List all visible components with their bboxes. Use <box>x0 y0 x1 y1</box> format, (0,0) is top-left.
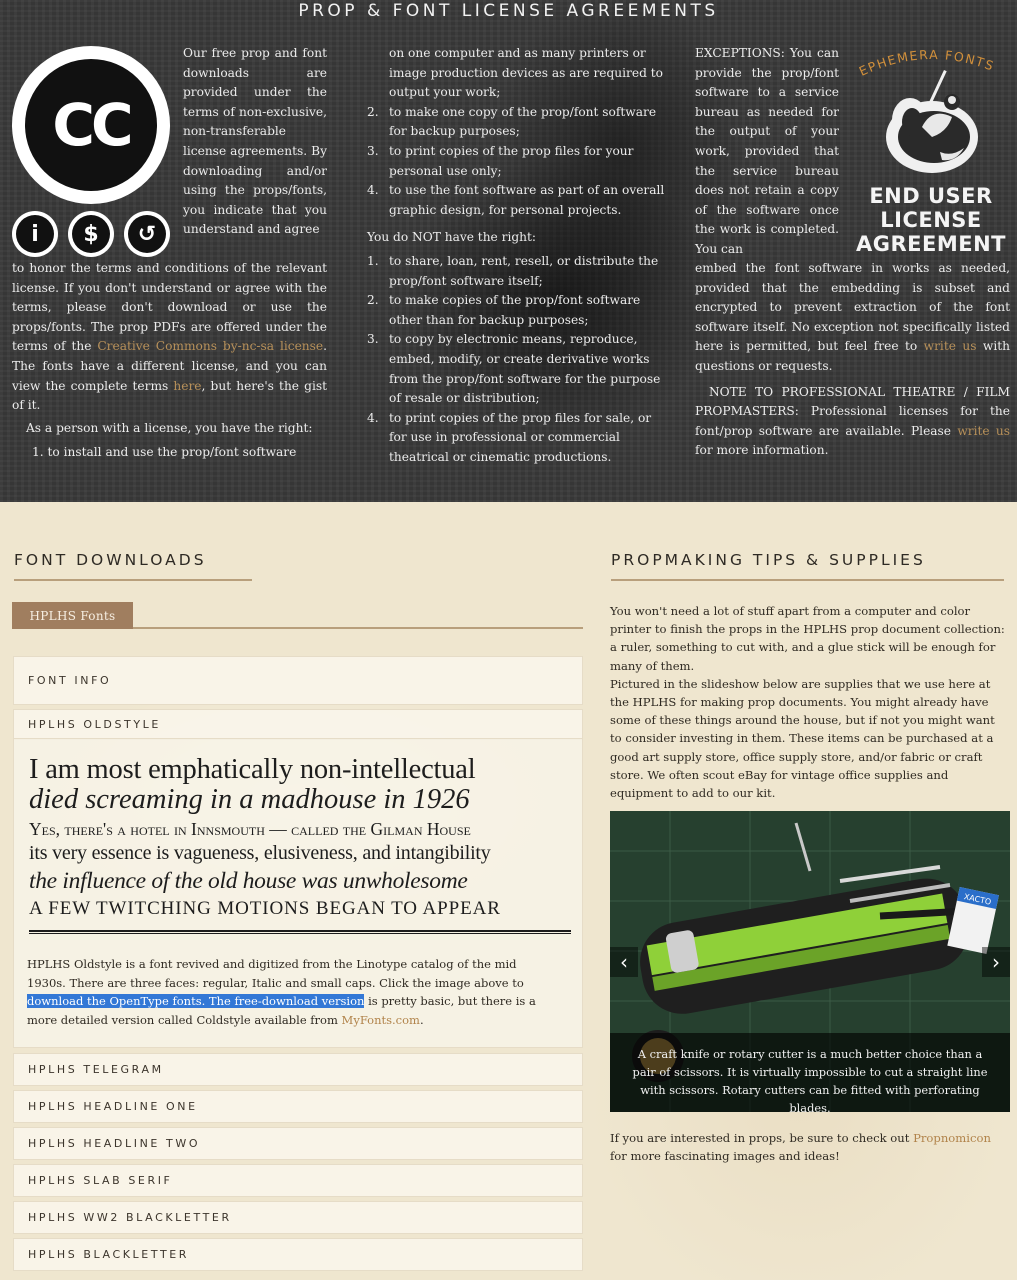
rights-intro: As a person with a license, you have the… <box>26 421 313 435</box>
ephemera-fonts-logo: EPHEMERA FONTS <box>857 47 997 173</box>
license-section: PROP & FONT LICENSE AGREEMENTS CC i $ ↺ … <box>0 0 1017 502</box>
list-item: 4. to print copies of the prop files for … <box>367 410 652 464</box>
sharealike-icon: ↺ <box>124 211 170 257</box>
creative-commons-link[interactable]: Creative Commons by-nc-sa license <box>97 339 323 353</box>
accordion-hplhs-telegram[interactable]: HPLHS TELEGRAM <box>13 1053 583 1086</box>
accordion-hplhs-headline-one[interactable]: HPLHS HEADLINE ONE <box>13 1090 583 1123</box>
rights-list: 2. to make one copy of the prop/font soft… <box>367 103 665 221</box>
license-rights: As a person with a license, you have the… <box>26 419 326 462</box>
list-item: 3. to copy by electronic means, reproduce… <box>367 332 661 406</box>
slideshow-next-button[interactable]: › <box>982 947 1010 977</box>
specimen-line: Yes, there's a hotel in Innsmouth — call… <box>29 819 471 839</box>
rights-item-1-continued: on one computer and as many printers or … <box>389 46 663 100</box>
downloads-section: FONT DOWNLOADS PROPMAKING TIPS & SUPPLIE… <box>0 502 1017 1280</box>
font-tabs: HPLHS Fonts <box>12 602 583 629</box>
list-item: 4. to use the font software as part of an… <box>367 183 665 217</box>
accordion-hplhs-headline-two[interactable]: HPLHS HEADLINE TWO <box>13 1127 583 1160</box>
font-downloads-heading: FONT DOWNLOADS <box>14 551 252 581</box>
list-item: 2. to make one copy of the prop/font soft… <box>367 104 657 139</box>
list-item: 1. to share, loan, rent, resell, or distr… <box>367 253 659 288</box>
exceptions-text: EXCEPTIONS: You can provide the prop/fon… <box>695 46 839 256</box>
font-specimen-image[interactable]: I am most emphatically non-intellectual … <box>29 755 574 922</box>
slide-caption: A craft knife or rotary cutter is a much… <box>610 1033 1010 1112</box>
oldstyle-description: HPLHS Oldstyle is a font revived and dig… <box>27 957 536 1027</box>
oldstyle-panel: I am most emphatically non-intellectual … <box>13 738 583 1048</box>
noncommercial-icon: $ <box>68 211 114 257</box>
license-intro: Our free prop and font downloads are pro… <box>183 46 327 237</box>
accordion-font-info[interactable]: FONT INFO <box>13 656 583 705</box>
list-item: 2. to make copies of the prop/font softwa… <box>367 293 641 327</box>
no-rights-heading: You do NOT have the right: <box>367 230 537 245</box>
specimen-line: the influence of the old house was unwho… <box>29 868 468 894</box>
rights-item-1: 1. to install and use the prop/font soft… <box>32 444 297 459</box>
list-item: 3. to print copies of the prop files for … <box>367 143 634 178</box>
license-rights-continued: on one computer and as many printers or … <box>367 44 665 467</box>
specimen-rule <box>29 930 571 934</box>
write-us-link[interactable]: write us <box>924 339 977 353</box>
cc-logo-icon: CC <box>12 46 170 204</box>
slideshow-prev-button[interactable]: ‹ <box>610 947 638 977</box>
write-us-link[interactable]: write us <box>957 424 1010 438</box>
font-license-link[interactable]: here <box>173 379 201 393</box>
attribution-icon: i <box>12 211 58 257</box>
specimen-line: A FEW TWITCHING MOTIONS BEGAN TO APPEAR <box>29 898 501 919</box>
specimen-line: its very essence is vagueness, elusivene… <box>29 842 491 864</box>
accordion-hplhs-ww2-blackletter[interactable]: HPLHS WW2 BLACKLETTER <box>13 1201 583 1234</box>
specimen-line: I am most emphatically non-intellectual <box>29 754 476 785</box>
no-rights-list: 1. to share, loan, rent, resell, or distr… <box>367 252 665 468</box>
propnomicon-note: If you are interested in props, be sure … <box>610 1131 991 1164</box>
accordion-hplhs-oldstyle[interactable]: HPLHS OLDSTYLE <box>13 709 583 740</box>
supplies-slideshow[interactable]: XACTO ‹ › A craft knife or rotary cutter… <box>610 811 1010 1112</box>
myfonts-link[interactable]: MyFonts.com <box>342 1013 420 1027</box>
eula-heading: END USER LICENSE AGREEMENT <box>856 184 1006 256</box>
exceptions-continued: embed the font software in works as need… <box>695 259 1010 461</box>
propmaking-heading: PROPMAKING TIPS & SUPPLIES <box>611 551 1004 581</box>
accordion-hplhs-blackletter[interactable]: HPLHS BLACKLETTER <box>13 1238 583 1271</box>
cc-license-icons: i $ ↺ <box>12 211 170 257</box>
cc-logo-text: CC <box>25 59 157 191</box>
selected-text: download the OpenType fonts. The free-do… <box>27 994 365 1008</box>
license-title: PROP & FONT LICENSE AGREEMENTS <box>298 1 719 21</box>
propnomicon-link[interactable]: Propnomicon <box>913 1131 991 1145</box>
svg-text:EPHEMERA FONTS: EPHEMERA FONTS <box>857 47 997 79</box>
license-terms: to honor the terms and conditions of the… <box>12 261 328 413</box>
propmaking-intro: You won't need a lot of stuff apart from… <box>610 604 1005 801</box>
tab-hplhs-fonts[interactable]: HPLHS Fonts <box>12 602 133 629</box>
specimen-line: died screaming in a madhouse in 1926 <box>29 784 470 815</box>
propmasters-note: NOTE TO PROFESSIONAL THEATRE / FILM PROP… <box>695 384 1010 458</box>
accordion-hplhs-slab-serif[interactable]: HPLHS SLAB SERIF <box>13 1164 583 1197</box>
